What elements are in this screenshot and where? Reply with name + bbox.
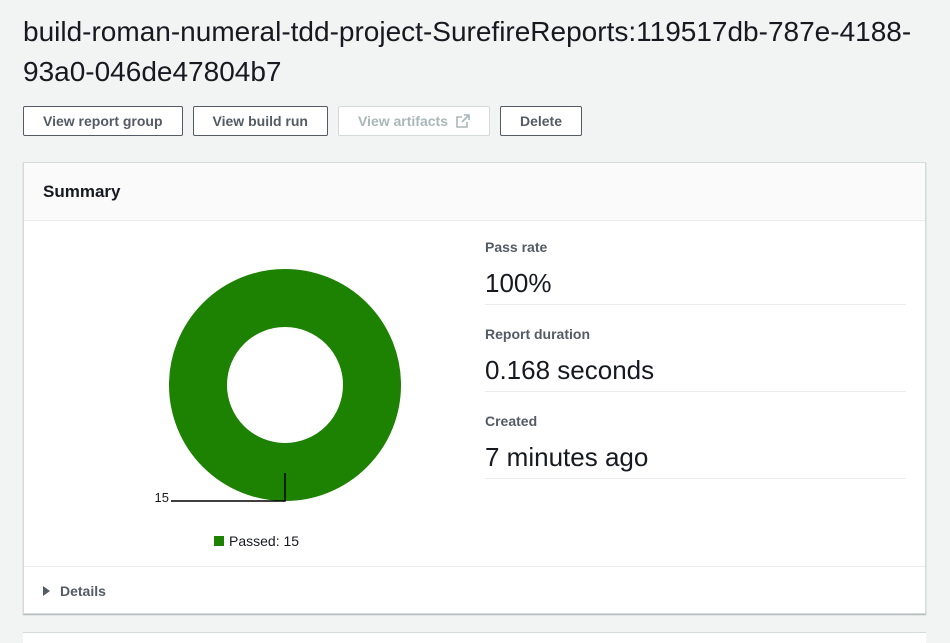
chart-legend: Passed: 15: [214, 533, 299, 549]
metric-value: 7 minutes ago: [485, 442, 649, 472]
metric-label: Pass rate: [485, 239, 548, 255]
metric-label: Created: [485, 413, 538, 429]
action-bar: View report group View build run View ar…: [23, 106, 583, 136]
external-link-icon: [456, 114, 470, 128]
metric-pass-rate: Pass rate 100%: [485, 237, 906, 305]
delete-button[interactable]: Delete: [499, 106, 583, 136]
summary-card: Summary 15 Passed: 15 Pass rate 100% Rep…: [23, 162, 926, 614]
donut-chart: 15: [155, 269, 401, 505]
page-title: build-roman-numeral-tdd-project-Surefire…: [23, 16, 912, 87]
pass-rate-chart: 15 Passed: 15: [24, 221, 474, 566]
details-label: Details: [60, 582, 106, 599]
legend-label-passed: Passed: 15: [229, 533, 300, 549]
donut-slice-passed: [169, 269, 401, 501]
metric-report-duration: Report duration 0.168 seconds: [485, 324, 906, 392]
summary-metrics: Pass rate 100% Report duration 0.168 sec…: [485, 235, 906, 498]
view-artifacts-label: View artifacts: [357, 113, 448, 129]
view-artifacts-button[interactable]: View artifacts: [337, 106, 490, 136]
metric-value: 100%: [485, 268, 552, 298]
summary-header: Summary: [24, 163, 925, 221]
legend-swatch-passed: [214, 536, 224, 546]
slice-label-passed: 15: [155, 490, 169, 505]
caret-right-icon: [43, 585, 50, 596]
metric-created: Created 7 minutes ago: [485, 411, 906, 479]
metric-value: 0.168 seconds: [485, 355, 655, 385]
metric-label: Report duration: [485, 326, 590, 342]
details-toggle[interactable]: Details: [24, 566, 925, 614]
view-build-run-button[interactable]: View build run: [192, 106, 328, 136]
view-report-group-button[interactable]: View report group: [23, 106, 183, 136]
